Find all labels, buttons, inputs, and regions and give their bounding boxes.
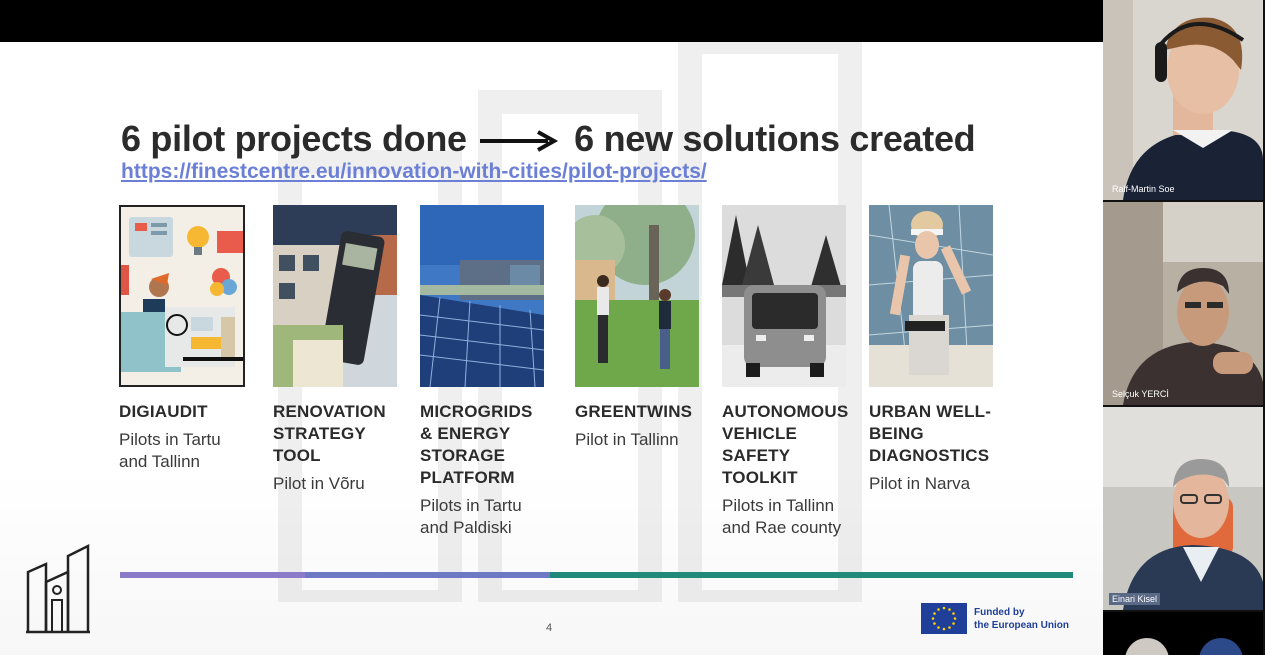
participant-name: Ralf-Martin Soe [1112,184,1175,194]
project-location: Pilots in Tartu and Tallinn [119,430,221,471]
pilot-projects-link[interactable]: https://finestcentre.eu/innovation-with-… [121,160,707,184]
project-card-greentwins: GREENTWINS Pilot in Tallinn [575,205,703,451]
eu-funding-logo: Funded by the European Union [921,603,1081,637]
avatar[interactable] [1125,638,1169,655]
participant-tile[interactable]: Ralf-Martin Soe [1103,0,1263,200]
project-name: DIGIAUDIT [119,402,208,421]
digiaudit-illustration [119,205,245,387]
participant-avatars-row [1103,612,1263,655]
urban-wellbeing-photo [869,205,993,387]
project-name: URBAN WELL-BEING DIAGNOSTICS [869,402,992,465]
project-card-renovation: RENOVATION STRATEGY TOOL Pilot in Võru [273,205,401,495]
avatar[interactable] [1199,638,1243,655]
project-name: MICROGRIDS & ENERGY STORAGE PLATFORM [420,402,533,487]
project-name: GREENTWINS [575,402,693,421]
top-black-bar [0,0,1103,42]
presentation-stage: 6 pilot projects done 6 new solutions cr… [0,0,1103,655]
project-location: Pilots in Tallinn and Rae county [722,496,842,537]
participant-video-1 [1103,0,1263,200]
project-card-digiaudit: DIGIAUDIT Pilots in Tartu and Tallinn [119,205,247,473]
color-bar-purple [120,572,305,578]
microgrids-photo [420,205,544,387]
autonomous-vehicle-photo [722,205,846,387]
participant-name: Einari Kisel [1109,593,1161,605]
funding-line-2: the European Union [974,620,1069,631]
color-bar-teal [550,572,1073,578]
project-name: RENOVATION STRATEGY TOOL [273,402,386,465]
project-card-microgrids: MICROGRIDS & ENERGY STORAGE PLATFORM Pil… [420,205,548,539]
project-name: AUTONOMOUS VEHICLE SAFETY TOOLKIT [722,402,849,487]
eu-flag-icon [921,603,967,634]
greentwins-photo [575,205,699,387]
slide-title: 6 pilot projects done 6 new solutions cr… [121,118,976,160]
slide: 6 pilot projects done 6 new solutions cr… [0,42,1103,655]
page-number: 4 [546,622,553,634]
participant-tile[interactable]: Selçuk YERCİ [1103,202,1263,405]
participant-video-3 [1103,407,1263,610]
title-right: 6 new solutions created [574,118,976,159]
project-card-autonomous: AUTONOMOUS VEHICLE SAFETY TOOLKIT Pilots… [722,205,850,539]
color-bar-indigo [305,572,550,578]
arrow-right-icon [480,130,559,153]
project-location: Pilot in Võru [273,474,365,493]
title-left: 6 pilot projects done [121,118,467,159]
project-location: Pilots in Tartu and Paldiski [420,496,522,537]
participant-name: Selçuk YERCİ [1112,389,1169,399]
participants-panel: Ralf-Martin Soe Selçuk YERCİ Einari Kise… [1103,0,1265,655]
funding-line-1: Funded by [974,607,1025,618]
project-location: Pilot in Narva [869,474,971,493]
participant-video-2 [1103,202,1263,405]
project-location: Pilot in Tallinn [575,430,679,449]
finest-logo-icon [26,543,90,634]
participant-tile[interactable]: Einari Kisel [1103,407,1263,610]
renovation-photo [273,205,397,387]
project-card-urban-wellbeing: URBAN WELL-BEING DIAGNOSTICS Pilot in Na… [869,205,997,495]
